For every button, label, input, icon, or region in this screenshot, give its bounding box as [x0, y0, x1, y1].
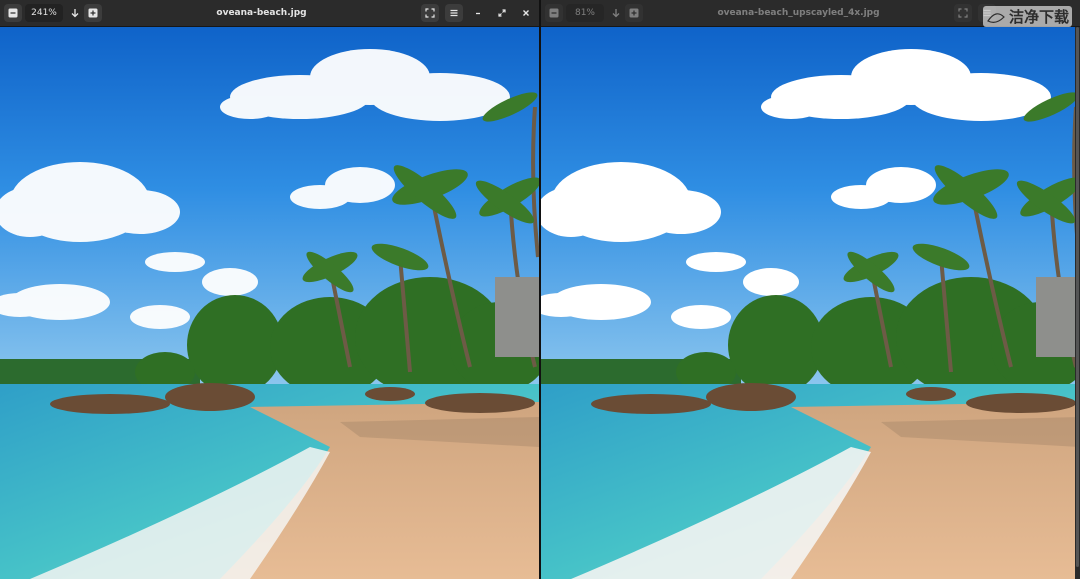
- close-button[interactable]: [517, 4, 535, 22]
- minimize-icon: [476, 12, 480, 15]
- zoom-in-button[interactable]: [625, 4, 643, 22]
- window-title: oveana-beach.jpg: [216, 8, 307, 18]
- close-icon: [523, 10, 529, 16]
- beach-image: [0, 27, 539, 579]
- zoom-fit-button[interactable]: [66, 4, 84, 22]
- minus-square-icon: [549, 8, 559, 18]
- window-title: oveana-beach_upscayled_4x.jpg: [717, 8, 880, 18]
- watermark-text: 洁净下载: [1008, 8, 1069, 26]
- image-canvas[interactable]: [541, 27, 1080, 579]
- main-menu-button[interactable]: [445, 4, 463, 22]
- watermark: 洁净下载: [982, 6, 1072, 27]
- fullscreen-icon: [425, 8, 435, 18]
- vertical-scrollbar[interactable]: [1075, 27, 1080, 579]
- plus-square-icon: [629, 8, 639, 18]
- fullscreen-button[interactable]: [954, 4, 972, 22]
- zoom-out-button[interactable]: [4, 4, 22, 22]
- fullscreen-icon: [958, 8, 968, 18]
- viewer-window-upscaled: 81% oveana-beach_upscayled_4x.jpg 洁净下载: [541, 0, 1080, 579]
- minimize-button[interactable]: [469, 4, 487, 22]
- zoom-fit-button[interactable]: [607, 4, 625, 22]
- viewer-window-original: 241% oveana-beach.jpg: [0, 0, 539, 579]
- zoom-in-button[interactable]: [84, 4, 102, 22]
- arrow-down-icon: [71, 9, 79, 18]
- hamburger-icon: [450, 9, 458, 17]
- headerbar-left: 241% oveana-beach.jpg: [0, 0, 539, 27]
- scrollbar-thumb[interactable]: [1076, 27, 1079, 567]
- zoom-level-display[interactable]: 81%: [566, 4, 604, 22]
- image-canvas[interactable]: [0, 27, 539, 579]
- minus-square-icon: [8, 8, 18, 18]
- watermark-logo-icon: [987, 12, 1005, 23]
- plus-square-icon: [88, 8, 98, 18]
- beach-image-upscaled: [541, 27, 1080, 579]
- maximize-icon: [498, 9, 506, 17]
- arrow-down-icon: [612, 9, 620, 18]
- zoom-out-button[interactable]: [545, 4, 563, 22]
- zoom-level-display[interactable]: 241%: [25, 4, 63, 22]
- fullscreen-button[interactable]: [421, 4, 439, 22]
- maximize-button[interactable]: [493, 4, 511, 22]
